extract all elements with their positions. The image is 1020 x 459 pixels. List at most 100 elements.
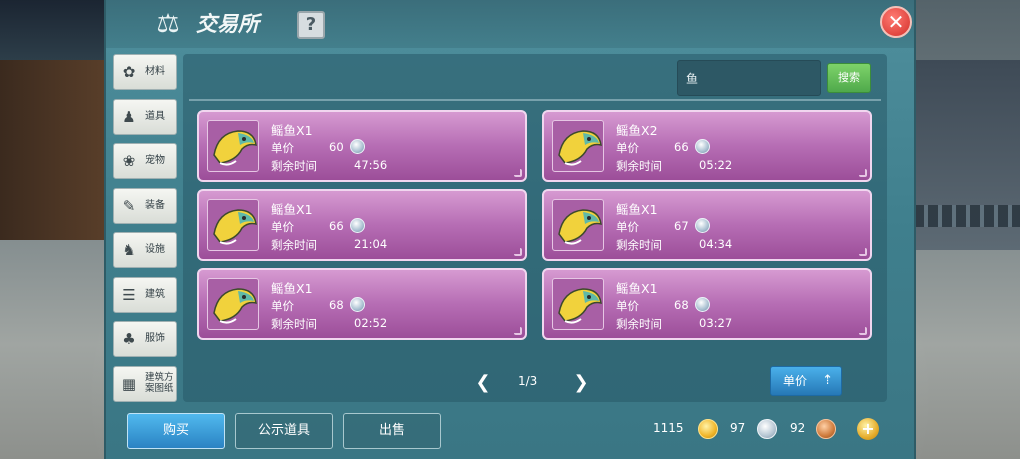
prev-page-button[interactable]: ❮ (473, 372, 493, 394)
stingray-fish-icon (207, 199, 259, 251)
category-facilities[interactable]: ♞ 设施 (113, 232, 177, 268)
corner-ornament (859, 248, 867, 256)
stingray-fish-icon (552, 278, 604, 330)
silver-amount: 97 (730, 421, 746, 435)
price-label: 单价 (271, 299, 294, 313)
next-page-button[interactable]: ❯ (571, 372, 591, 394)
time-remaining: 05:22 (699, 158, 733, 172)
category-materials[interactable]: ✿ 材料 (113, 54, 177, 90)
listing-card[interactable]: 鳐鱼X2 单价 66 剩余时间 05:22 (542, 110, 872, 182)
category-tools[interactable]: ♟ 道具 (113, 98, 177, 135)
price-value: 66 (329, 219, 344, 233)
silver-coin-icon (350, 297, 365, 312)
category-equipment[interactable]: ✎ 装备 (113, 187, 177, 224)
stingray-fish-icon (552, 120, 604, 172)
background-hut (0, 60, 110, 240)
corner-ornament (514, 327, 522, 335)
time-label: 剩余时间 (616, 238, 662, 252)
silver-coin-icon (350, 218, 365, 233)
stingray-fish-icon (207, 278, 259, 330)
sort-arrow-icon: ⇡ (822, 373, 833, 388)
copper-coin-icon (816, 419, 836, 439)
time-remaining: 03:27 (699, 316, 733, 330)
gold-coin-icon (698, 419, 718, 439)
price-value: 66 (674, 140, 689, 154)
category-clothing[interactable]: ♣ 服饰 (113, 321, 177, 357)
building-icon: ☰ (122, 285, 136, 304)
time-label: 剩余时间 (271, 159, 317, 173)
category-buildings[interactable]: ☰ 建筑 (113, 276, 177, 313)
gold-amount: 1115 (653, 421, 684, 435)
facility-icon: ♞ (122, 241, 136, 259)
stingray-fish-icon (207, 120, 259, 172)
silver-coin-icon (695, 139, 710, 154)
clothing-icon: ♣ (122, 330, 136, 348)
stingray-fish-icon (552, 199, 604, 251)
pet-paw-icon: ❀ (122, 152, 136, 170)
price-label: 单价 (616, 220, 639, 234)
price-label: 单价 (271, 141, 294, 155)
category-label: 材料 (145, 66, 165, 77)
title-bar: ⚖ 交易所 ? ✕ (106, 0, 914, 48)
time-remaining: 21:04 (354, 237, 388, 251)
close-button[interactable]: ✕ (880, 6, 912, 38)
listing-card[interactable]: 鳐鱼X1 单价 67 剩余时间 04:34 (542, 189, 872, 261)
price-label: 单价 (616, 299, 639, 313)
category-pets[interactable]: ❀ 宠物 (113, 143, 177, 179)
bottom-bar: 购买 公示道具 出售 1115 97 92 + (106, 402, 914, 459)
listing-card[interactable]: 鳐鱼X1 单价 60 剩余时间 47:56 (197, 110, 527, 182)
divider (189, 99, 881, 101)
time-remaining: 47:56 (354, 158, 388, 172)
exchange-panel: ⚖ 交易所 ? ✕ ✿ 材料 ♟ 道具 ❀ 宠物 ✎ 装备 ♞ 设施 ☰ 建筑 (104, 0, 916, 459)
price-value: 68 (329, 298, 344, 312)
silver-coin-icon (757, 419, 777, 439)
item-name: 鳐鱼X1 (271, 281, 313, 296)
tab-buy[interactable]: 购买 (127, 413, 225, 449)
add-currency-button[interactable]: + (857, 418, 879, 440)
time-label: 剩余时间 (271, 238, 317, 252)
item-name: 鳐鱼X1 (616, 202, 658, 217)
category-label: 建筑 (145, 288, 165, 300)
item-name: 鳐鱼X1 (271, 202, 313, 217)
item-name: 鳐鱼X1 (271, 123, 313, 138)
category-label: 装备 (145, 199, 165, 211)
help-button[interactable]: ? (297, 11, 325, 39)
silver-coin-icon (695, 297, 710, 312)
listing-area: 搜索 鳐鱼X1 单价 60 剩余时间 47:56 (183, 54, 887, 402)
category-label: 宠物 (145, 155, 165, 166)
scales-icon: ⚖ (156, 9, 180, 39)
corner-ornament (514, 169, 522, 177)
time-label: 剩余时间 (616, 159, 662, 173)
tools-icon: ♟ (122, 107, 136, 126)
corner-ornament (859, 327, 867, 335)
corner-ornament (514, 248, 522, 256)
category-blueprints[interactable]: ▦ 建筑方案图纸 (113, 365, 177, 402)
listing-card[interactable]: 鳐鱼X1 单价 66 剩余时间 21:04 (197, 189, 527, 261)
sort-by-price-button[interactable]: 单价 ⇡ (770, 366, 842, 396)
listing-card[interactable]: 鳐鱼X1 单价 68 剩余时间 03:27 (542, 268, 872, 340)
category-label: 设施 (145, 244, 165, 255)
silver-coin-icon (695, 218, 710, 233)
copper-amount: 92 (790, 421, 806, 435)
search-button[interactable]: 搜索 (827, 63, 871, 93)
price-label: 单价 (271, 220, 294, 234)
price-value: 60 (329, 140, 344, 154)
category-label: 建筑方案图纸 (145, 371, 174, 394)
category-label: 道具 (145, 110, 165, 122)
time-label: 剩余时间 (271, 317, 317, 331)
item-name: 鳐鱼X2 (616, 123, 658, 138)
window-title: 交易所 (196, 12, 259, 36)
search-input[interactable] (677, 60, 821, 96)
price-label: 单价 (616, 141, 639, 155)
time-remaining: 04:34 (699, 237, 733, 251)
price-value: 67 (674, 219, 689, 233)
listing-card[interactable]: 鳐鱼X1 单价 68 剩余时间 02:52 (197, 268, 527, 340)
tab-sell[interactable]: 出售 (343, 413, 441, 449)
category-label: 服饰 (145, 333, 165, 344)
background-pattern (914, 205, 1020, 227)
equipment-icon: ✎ (122, 196, 136, 215)
tab-public-items[interactable]: 公示道具 (235, 413, 333, 449)
corner-ornament (859, 169, 867, 177)
category-sidebar: ✿ 材料 ♟ 道具 ❀ 宠物 ✎ 装备 ♞ 设施 ☰ 建筑 ♣ 服饰 ▦ 建筑方 (113, 54, 177, 410)
page-indicator: 1/3 (518, 374, 538, 388)
